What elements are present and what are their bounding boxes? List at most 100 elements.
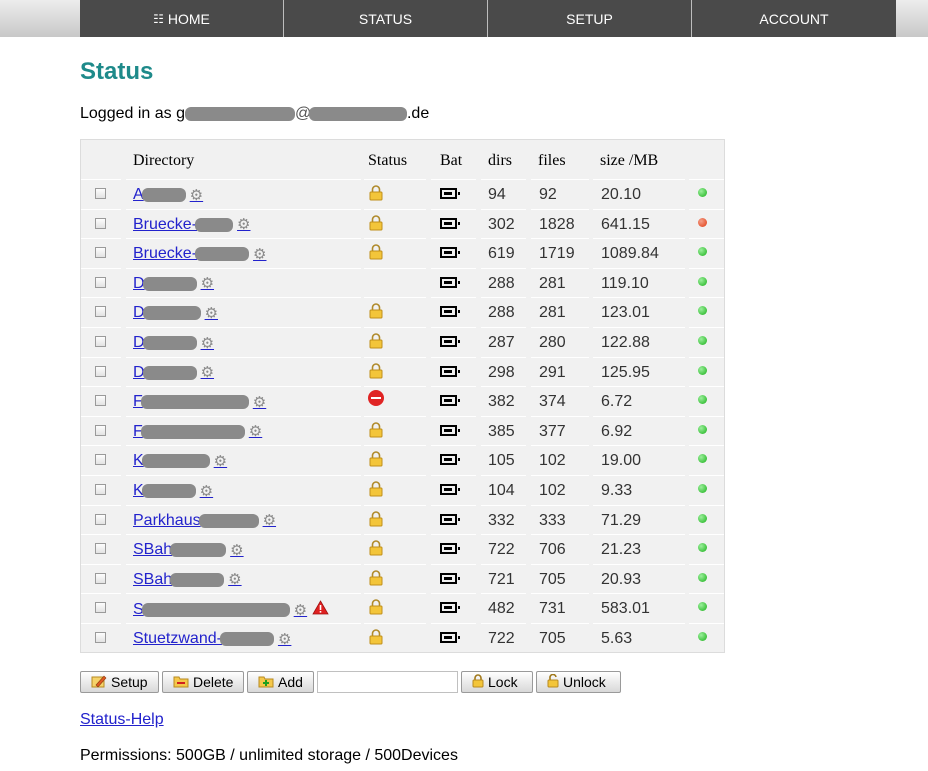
directory-link[interactable]: SBah ⚙ <box>133 571 242 589</box>
directory-link[interactable]: K ⚙ <box>133 452 227 470</box>
lock-button[interactable]: Lock <box>461 671 533 693</box>
gear-icon[interactable]: ⚙ <box>214 454 227 469</box>
new-directory-input[interactable] <box>317 671 458 693</box>
dirs-count: 287 <box>488 334 515 351</box>
row-separator <box>593 593 685 595</box>
row-separator <box>593 534 685 536</box>
row-separator <box>364 534 426 536</box>
row-checkbox[interactable] <box>95 395 106 407</box>
row-checkbox[interactable] <box>95 484 106 495</box>
row-checkbox[interactable] <box>95 454 106 466</box>
directory-link[interactable]: D ⚙ <box>133 304 218 322</box>
gear-icon[interactable]: ⚙ <box>249 424 262 439</box>
row-checkbox[interactable] <box>95 513 106 525</box>
gear-icon[interactable]: ⚙ <box>190 188 203 203</box>
gear-icon[interactable]: ⚙ <box>201 336 214 351</box>
status-ok-icon <box>698 572 707 582</box>
logged-in-text: Logged in as g @ .de <box>80 105 429 123</box>
row-separator <box>531 267 589 269</box>
directory-link[interactable]: S ⚙ <box>133 600 329 620</box>
battery-icon <box>440 632 460 643</box>
col-header-files: files <box>538 152 566 169</box>
redacted-name-part <box>141 603 290 618</box>
redacted-name-part <box>140 395 249 410</box>
add-button[interactable]: Add <box>247 671 314 693</box>
directory-link[interactable]: K ⚙ <box>133 482 213 500</box>
row-separator <box>689 415 724 417</box>
row-separator <box>593 267 685 269</box>
nav-account[interactable]: ACCOUNT <box>692 0 896 37</box>
row-checkbox[interactable] <box>95 217 106 229</box>
directory-link[interactable]: D ⚙ <box>133 334 214 352</box>
battery-icon <box>440 424 460 436</box>
row-separator <box>531 327 589 328</box>
row-separator <box>593 297 685 299</box>
row-checkbox[interactable] <box>95 188 106 199</box>
row-checkbox[interactable] <box>95 306 106 318</box>
status-ok-icon <box>698 188 707 197</box>
directory-link[interactable]: Bruecke- ⚙ <box>133 245 266 263</box>
status-ok-icon <box>698 484 707 493</box>
gear-icon[interactable]: ⚙ <box>237 217 250 232</box>
gear-icon[interactable]: ⚙ <box>253 395 266 410</box>
directory-link[interactable]: Stuetzwand- ⚙ <box>133 630 291 648</box>
gear-icon[interactable]: ⚙ <box>294 603 307 618</box>
gear-icon[interactable]: ⚙ <box>200 484 213 499</box>
directory-link[interactable]: SBah ⚙ <box>133 541 244 559</box>
unlock-button[interactable]: Unlock <box>536 671 621 693</box>
directory-link[interactable]: F ⚙ <box>133 393 266 411</box>
size-mb: 20.10 <box>601 186 642 203</box>
row-separator <box>531 563 589 565</box>
row-checkbox[interactable] <box>95 336 106 347</box>
gear-icon[interactable]: ⚙ <box>230 543 243 558</box>
setup-button[interactable]: Setup <box>80 671 159 693</box>
directory-link[interactable]: A ⚙ <box>133 186 203 204</box>
status-help-link[interactable]: Status-Help <box>80 711 164 729</box>
gear-icon[interactable]: ⚙ <box>201 276 214 291</box>
row-separator <box>593 179 685 180</box>
row-checkbox[interactable] <box>95 602 106 614</box>
row-checkbox[interactable] <box>95 247 106 259</box>
gear-icon[interactable]: ⚙ <box>205 306 218 321</box>
battery-icon <box>440 306 460 318</box>
status-ok-icon <box>698 395 707 405</box>
dirs-count: 722 <box>488 630 515 647</box>
directory-link[interactable]: F ⚙ <box>133 423 262 441</box>
gear-icon[interactable]: ⚙ <box>263 513 276 528</box>
row-checkbox[interactable] <box>95 572 106 584</box>
gear-icon[interactable]: ⚙ <box>253 247 266 262</box>
files-count: 102 <box>539 482 566 499</box>
directory-name: SBah <box>133 570 173 588</box>
row-checkbox[interactable] <box>95 543 106 555</box>
row-checkbox[interactable] <box>95 365 106 377</box>
row-separator <box>689 563 724 565</box>
redacted-name-part <box>141 454 210 469</box>
size-mb: 641.15 <box>601 215 650 233</box>
row-checkbox[interactable] <box>95 276 106 288</box>
row-separator <box>126 623 361 624</box>
directory-link[interactable]: D ⚙ <box>133 364 214 382</box>
row-separator <box>81 475 121 476</box>
action-bar: Setup Delete Add Lock Unlock <box>80 671 624 693</box>
row-separator <box>593 445 685 447</box>
nav-status[interactable]: STATUS <box>284 0 488 37</box>
warning-icon <box>312 600 329 620</box>
redacted-name-part <box>142 365 197 380</box>
table-row: D ⚙ 288 281 123.01 <box>81 297 724 326</box>
row-separator <box>81 297 121 299</box>
directory-link[interactable]: D ⚙ <box>133 275 214 293</box>
size-mb: 119.10 <box>601 274 649 292</box>
battery-icon <box>440 602 460 614</box>
nav-home[interactable]: ☷ HOME <box>80 0 284 37</box>
gear-icon[interactable]: ⚙ <box>201 365 214 380</box>
status-ok-icon <box>698 602 707 612</box>
nav-setup[interactable]: SETUP <box>488 0 692 37</box>
row-checkbox[interactable] <box>95 424 106 436</box>
gear-icon[interactable]: ⚙ <box>278 632 291 647</box>
delete-button[interactable]: Delete <box>162 671 244 693</box>
row-checkbox[interactable] <box>95 632 106 643</box>
gear-icon[interactable]: ⚙ <box>228 572 241 587</box>
directory-link[interactable]: Bruecke- ⚙ <box>133 216 250 234</box>
size-mb: 5.63 <box>601 630 633 647</box>
directory-link[interactable]: Parkhaus ⚙ <box>133 512 276 530</box>
